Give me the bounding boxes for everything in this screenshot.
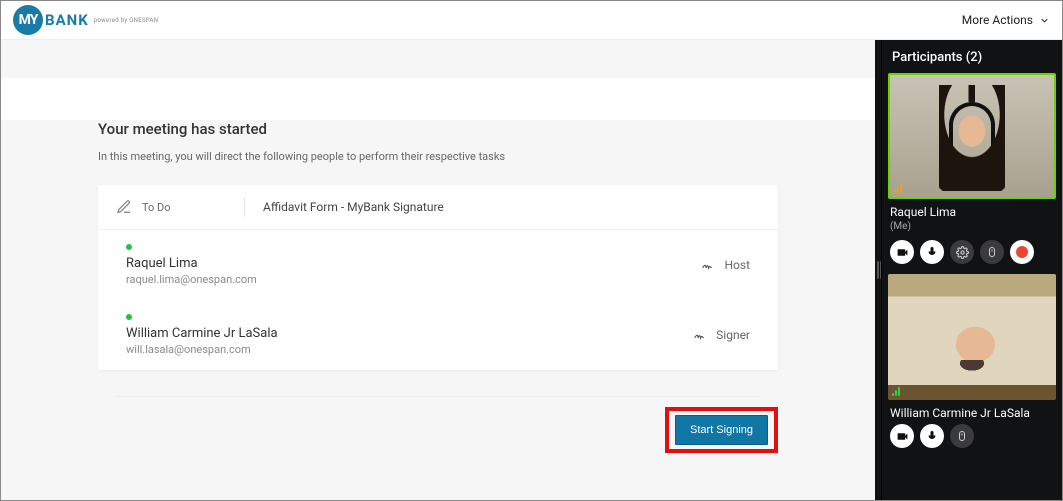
mic-button[interactable] — [920, 240, 944, 264]
sidebar-title: Participants (2) — [888, 46, 1056, 73]
main-content: Your meeting has started In this meeting… — [1, 40, 875, 500]
participant-email: will.lasala@onespan.com — [126, 343, 278, 356]
video-card-peer: William Carmine Jr LaSala — [888, 274, 1056, 448]
meeting-subtitle: In this meeting, you will direct the fol… — [98, 150, 778, 163]
remote-control-button[interactable] — [980, 240, 1004, 264]
mic-icon — [926, 246, 938, 258]
mouse-icon — [986, 246, 998, 258]
camera-button[interactable] — [890, 424, 914, 448]
app-header: MY BANK powered by ONESPAN More Actions — [1, 1, 1062, 40]
signature-icon — [692, 328, 708, 342]
camera-icon — [896, 430, 909, 443]
signature-icon — [700, 258, 716, 272]
video-name: Raquel Lima — [888, 199, 1056, 221]
start-signing-button[interactable]: Start Signing — [675, 415, 768, 445]
signal-icon — [894, 183, 902, 193]
brand-logo-subtext: powered by ONESPAN — [94, 17, 159, 24]
participants-sidebar: Participants (2) Raquel Lima (Me) Willia… — [881, 40, 1062, 500]
signal-icon — [892, 386, 900, 396]
participant-name: William Carmine Jr LaSala — [126, 326, 278, 341]
video-feed[interactable] — [888, 274, 1056, 400]
highlight-annotation: Start Signing — [665, 407, 778, 453]
mouse-icon — [956, 430, 968, 442]
brand-logo-text: BANK — [45, 11, 89, 29]
participant-role: Signer — [716, 328, 750, 342]
camera-icon — [896, 246, 909, 259]
more-actions-menu[interactable]: More Actions — [962, 13, 1050, 27]
presence-dot — [126, 314, 132, 320]
record-button[interactable] — [1010, 240, 1034, 264]
video-feed[interactable] — [888, 73, 1056, 199]
task-card: To Do Affidavit Form - MyBank Signature … — [98, 185, 778, 370]
remote-control-button[interactable] — [950, 424, 974, 448]
participant-name: Raquel Lima — [126, 256, 257, 271]
participant-row: Raquel Lima raquel.lima@onespan.com Host — [98, 230, 778, 300]
chevron-down-icon — [1039, 15, 1050, 26]
settings-button[interactable] — [950, 240, 974, 264]
video-name: William Carmine Jr LaSala — [888, 400, 1056, 422]
video-meta: (Me) — [888, 221, 1056, 238]
meeting-title: Your meeting has started — [98, 120, 778, 138]
presence-dot — [126, 244, 132, 250]
more-actions-label: More Actions — [962, 13, 1033, 27]
document-name: Affidavit Form - MyBank Signature — [263, 200, 444, 214]
brand-logo: MY BANK powered by ONESPAN — [13, 5, 158, 35]
todo-label: To Do — [142, 201, 171, 214]
mic-button[interactable] — [920, 424, 944, 448]
record-icon — [1016, 246, 1028, 258]
brand-logo-circle: MY — [13, 5, 43, 35]
gear-icon — [956, 246, 969, 259]
mic-icon — [926, 430, 938, 442]
divider — [244, 197, 245, 217]
participant-row: William Carmine Jr LaSala will.lasala@on… — [98, 300, 778, 370]
pen-icon — [116, 199, 132, 215]
video-card-self: Raquel Lima (Me) — [888, 73, 1056, 264]
participant-email: raquel.lima@onespan.com — [126, 273, 257, 286]
participant-role: Host — [724, 258, 750, 272]
camera-button[interactable] — [890, 240, 914, 264]
